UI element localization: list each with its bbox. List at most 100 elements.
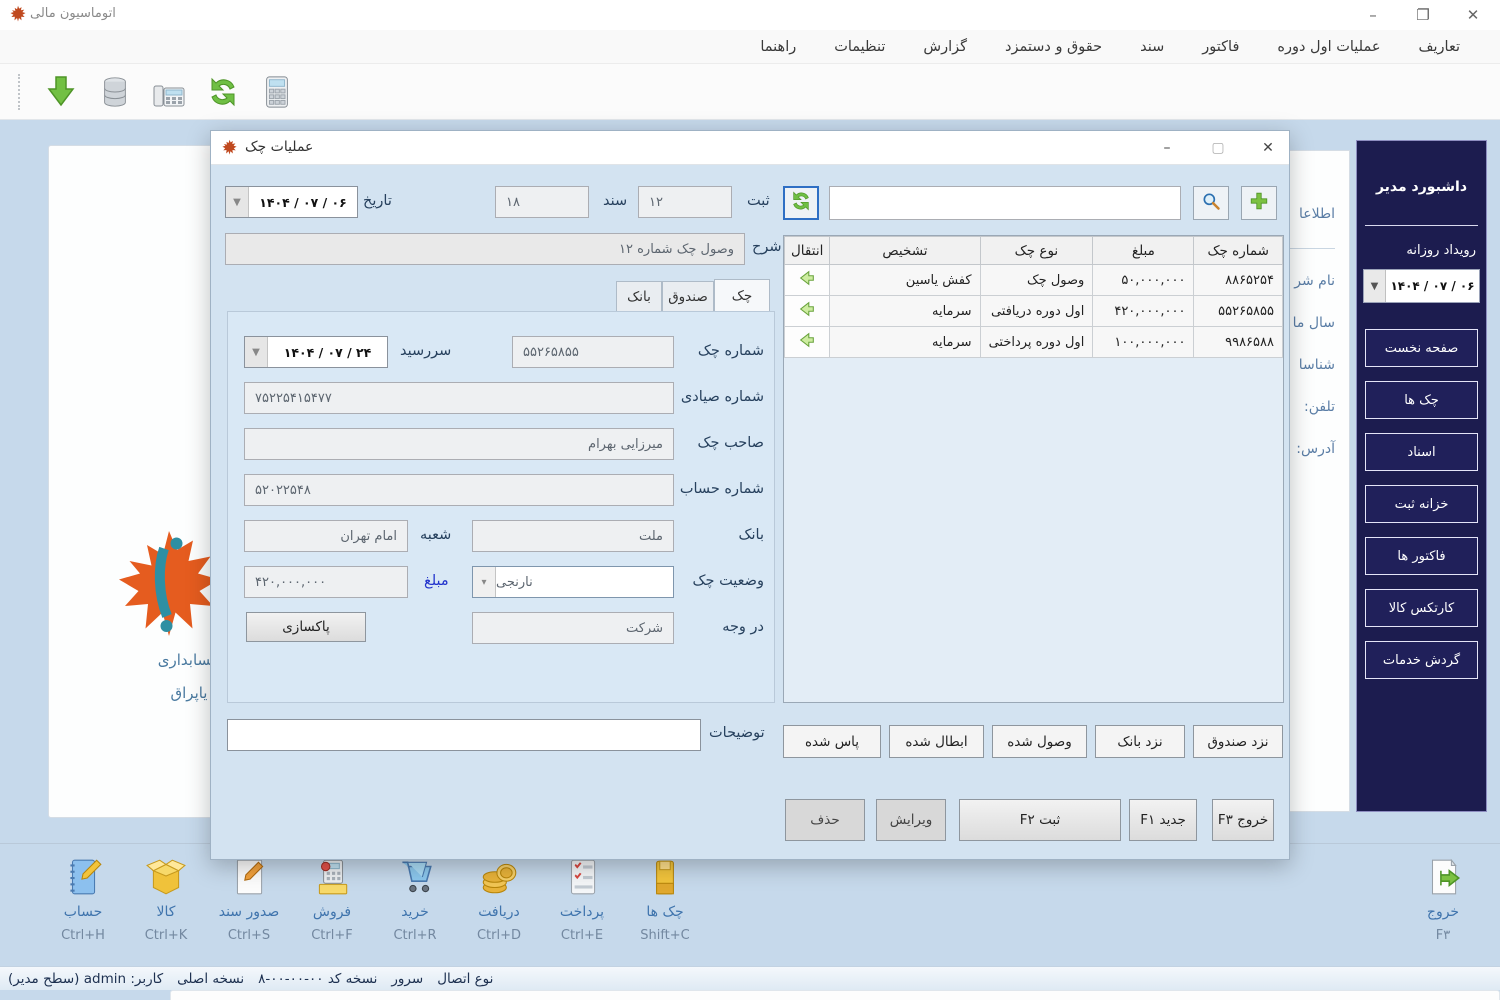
minimize-button[interactable]: – xyxy=(1358,4,1388,26)
status-cleared-button[interactable]: پاس شده xyxy=(783,725,881,758)
refresh-list-button[interactable] xyxy=(783,186,819,220)
transfer-arrow-icon[interactable] xyxy=(785,265,830,296)
shortcut-cheques[interactable]: چک ها Shift+C xyxy=(622,852,708,943)
status-at-cashbox-button[interactable]: نزد صندوق xyxy=(1193,725,1283,758)
branch-field[interactable]: امام تهران xyxy=(244,520,408,552)
menu-definitions[interactable]: تعاریف xyxy=(1419,39,1461,55)
table-row[interactable]: ۹۹۸۶۵۸۸ ۱۰۰,۰۰۰,۰۰۰ اول دوره پرداختی سرم… xyxy=(785,327,1283,358)
shortcut-sale[interactable]: فروش Ctrl+F xyxy=(289,852,375,943)
sabt-number-field[interactable]: ۱۲ xyxy=(638,186,732,218)
chevron-down-icon[interactable]: ▼ xyxy=(1364,270,1386,302)
add-button[interactable] xyxy=(1241,186,1277,220)
sanad-number-field[interactable]: ۱۸ xyxy=(495,186,589,218)
calculator-icon[interactable] xyxy=(258,73,296,111)
cell-cheque-number: ۸۸۶۵۲۵۴ xyxy=(1194,265,1283,296)
branch-label: شعبه xyxy=(420,527,451,543)
sidebar-item-services-flow[interactable]: گردش خدمات xyxy=(1365,641,1478,679)
menu-report[interactable]: گزارش xyxy=(923,39,967,55)
chevron-down-icon[interactable]: ▼ xyxy=(245,337,268,367)
dialog-minimize-button[interactable]: – xyxy=(1153,137,1181,159)
sidebar-item-treasury[interactable]: خزانه ثبت xyxy=(1365,485,1478,523)
tab-cheque[interactable]: چک xyxy=(714,279,770,311)
search-input[interactable] xyxy=(829,186,1181,220)
col-amount[interactable]: مبلغ xyxy=(1093,237,1194,265)
due-date-picker[interactable]: ▼ ۱۴۰۴ / ۰۷ / ۲۴ xyxy=(244,336,388,368)
status-collected-button[interactable]: وصول شده xyxy=(992,725,1087,758)
shortcut-keys: Ctrl+F xyxy=(289,928,375,943)
description-field[interactable]: وصول چک شماره ۱۲ xyxy=(225,233,745,265)
transfer-arrow-icon[interactable] xyxy=(785,296,830,327)
save-button[interactable]: ثبت F۲ xyxy=(959,799,1121,841)
col-cheque-number[interactable]: شماره چک xyxy=(1194,237,1283,265)
shortcut-label: خرید xyxy=(372,904,458,920)
clear-button[interactable]: پاکسازی xyxy=(246,612,366,642)
menu-payroll[interactable]: حقوق و دستمزد xyxy=(1005,39,1102,55)
chevron-down-icon[interactable]: ▾ xyxy=(473,567,496,597)
table-row[interactable]: ۸۸۶۵۲۵۴ ۵۰,۰۰۰,۰۰۰ وصول چک کفش یاسین xyxy=(785,265,1283,296)
database-icon[interactable] xyxy=(96,73,134,111)
edition-label: نسخه اصلی xyxy=(177,971,244,987)
plus-icon xyxy=(1249,191,1269,215)
sidebar-item-cheques[interactable]: چک ها xyxy=(1365,381,1478,419)
menu-opening-operations[interactable]: عملیات اول دوره xyxy=(1277,39,1380,55)
edit-button[interactable]: ویرایش xyxy=(876,799,946,841)
delete-button[interactable]: حذف xyxy=(785,799,865,841)
cheque-operations-dialog: عملیات چک – ▢ ✕ ▼ ۱۴۰۴ / ۰۷ / ۰۶ تاریخ ۱… xyxy=(210,130,1290,860)
menu-settings[interactable]: تنظیمات xyxy=(834,39,885,55)
restore-button[interactable]: ❐ xyxy=(1408,4,1438,26)
status-voided-button[interactable]: ابطال شده xyxy=(889,725,984,758)
status-at-bank-button[interactable]: نزد بانک xyxy=(1095,725,1185,758)
shortcut-goods[interactable]: کالا Ctrl+K xyxy=(123,852,209,943)
notes-field[interactable] xyxy=(227,719,701,751)
cheque-number-field[interactable]: ۵۵۲۶۵۸۵۵ xyxy=(512,336,674,368)
transfer-arrow-icon[interactable] xyxy=(785,327,830,358)
dialog-maximize-button[interactable]: ▢ xyxy=(1204,137,1232,159)
menu-help[interactable]: راهنما xyxy=(760,39,796,55)
sidebar-date-picker[interactable]: ▼ ۱۴۰۴ / ۰۷ / ۰۶ xyxy=(1363,269,1480,303)
notes-label: توضیحات xyxy=(709,725,765,741)
sidebar-item-goods-cardex[interactable]: کارتکس کالا xyxy=(1365,589,1478,627)
amount-field[interactable]: ۴۲۰,۰۰۰,۰۰۰ xyxy=(244,566,408,598)
sidebar-item-invoices[interactable]: فاکتور ها xyxy=(1365,537,1478,575)
sidebar-item-home[interactable]: صفحه نخست xyxy=(1365,329,1478,367)
shortcut-label: پرداخت xyxy=(539,904,625,920)
col-cheque-type[interactable]: نوع چک xyxy=(980,237,1093,265)
col-detection[interactable]: تشخیص xyxy=(830,237,980,265)
menu-document[interactable]: سند xyxy=(1140,39,1164,55)
exit-button[interactable]: خروج F۳ xyxy=(1212,799,1274,841)
table-row[interactable]: ۵۵۲۶۵۸۵۵ ۴۲۰,۰۰۰,۰۰۰ اول دوره دریافتی سر… xyxy=(785,296,1283,327)
sidebar-item-documents[interactable]: اسناد xyxy=(1365,433,1478,471)
account-number-field[interactable]: ۵۲۰۲۲۵۴۸ xyxy=(244,474,674,506)
chevron-down-icon[interactable]: ▼ xyxy=(226,187,249,217)
sayadi-number-field[interactable]: ۷۵۲۲۵۴۱۵۴۷۷ xyxy=(244,382,674,414)
shortcut-payment[interactable]: پرداخت Ctrl+E xyxy=(539,852,625,943)
payee-field[interactable]: شرکت xyxy=(472,612,674,644)
shortcut-keys: Ctrl+R xyxy=(372,928,458,943)
cheque-status-dropdown[interactable]: ▾ نارنجی xyxy=(472,566,674,598)
shortcut-account[interactable]: حساب Ctrl+H xyxy=(40,852,126,943)
shortcut-purchase[interactable]: خرید Ctrl+R xyxy=(372,852,458,943)
menu-invoice[interactable]: فاکتور xyxy=(1202,39,1239,55)
dialog-close-button[interactable]: ✕ xyxy=(1254,137,1282,159)
bank-label: بانک xyxy=(680,527,764,543)
tab-bank[interactable]: بانک xyxy=(616,281,662,311)
cell-cheque-type: وصول چک xyxy=(980,265,1093,296)
shortcut-exit[interactable]: خروج F۳ xyxy=(1400,852,1486,943)
download-icon[interactable] xyxy=(42,73,80,111)
shortcut-issue-document[interactable]: صدور سند Ctrl+S xyxy=(206,852,292,943)
tab-cashbox[interactable]: صندوق xyxy=(662,281,714,311)
col-transfer[interactable]: انتقال xyxy=(785,237,830,265)
refresh-icon[interactable] xyxy=(204,73,242,111)
shortcut-receive[interactable]: دریافت Ctrl+D xyxy=(456,852,542,943)
sabt-label: ثبت xyxy=(747,193,770,209)
fax-icon[interactable] xyxy=(150,73,188,111)
bank-field[interactable]: ملت xyxy=(472,520,674,552)
cheque-owner-field[interactable]: میرزایی بهرام xyxy=(244,428,674,460)
sidebar-date-value: ۱۴۰۴ / ۰۷ / ۰۶ xyxy=(1386,270,1479,302)
close-button[interactable]: ✕ xyxy=(1458,4,1488,26)
search-button[interactable] xyxy=(1193,186,1229,220)
shortcut-label: صدور سند xyxy=(206,904,292,920)
new-button[interactable]: جدید F۱ xyxy=(1129,799,1197,841)
dialog-leaf-icon xyxy=(221,139,238,160)
document-date-picker[interactable]: ▼ ۱۴۰۴ / ۰۷ / ۰۶ xyxy=(225,186,358,218)
